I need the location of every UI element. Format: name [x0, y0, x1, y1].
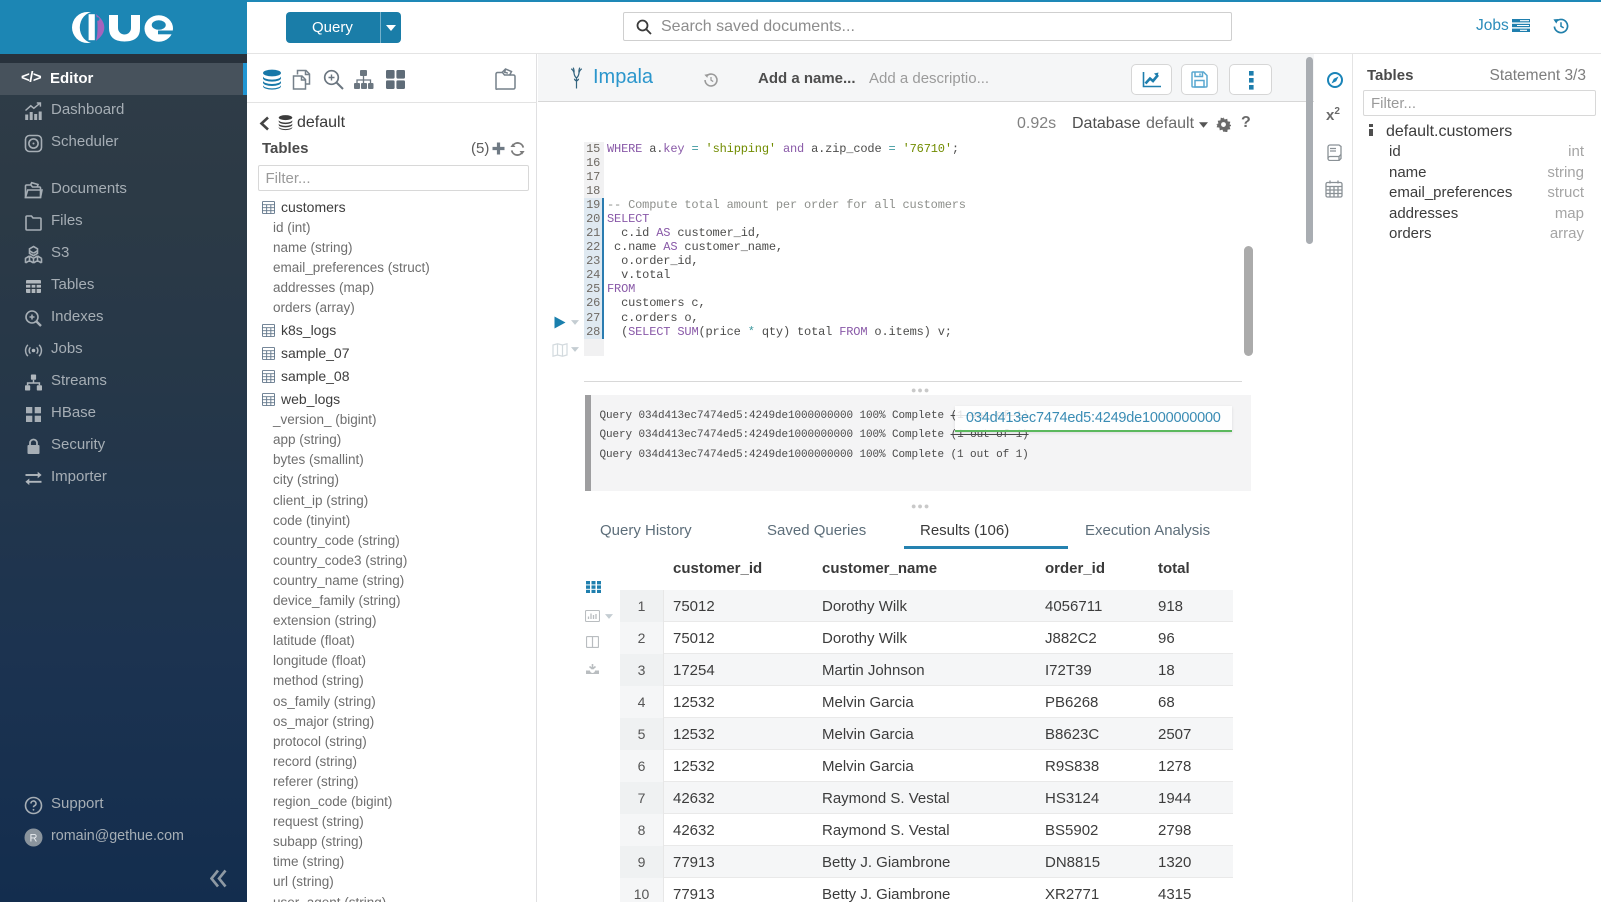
svg-text:R: R	[30, 833, 38, 845]
